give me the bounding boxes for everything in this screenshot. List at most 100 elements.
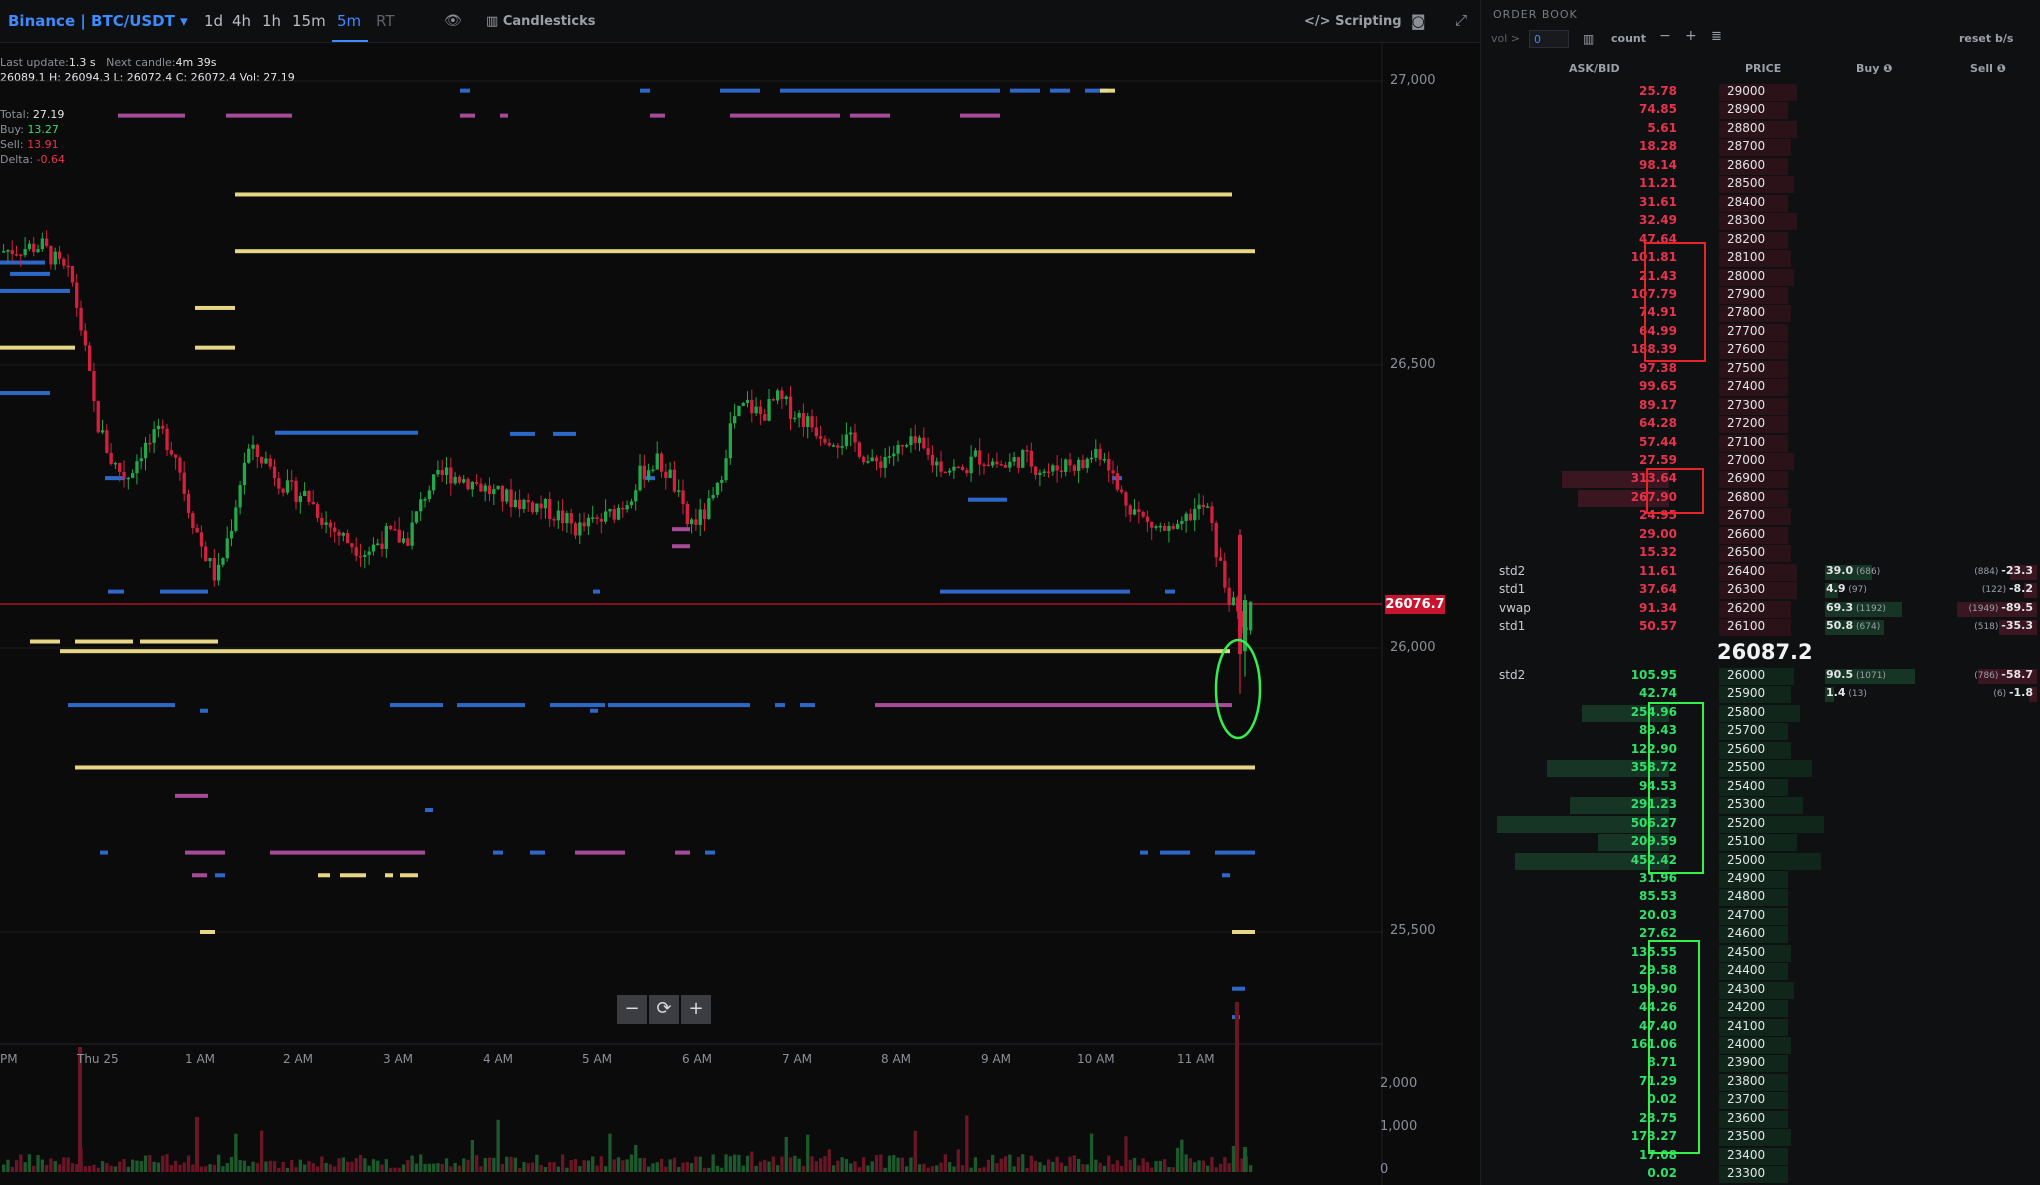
tf-rt[interactable]: RT [376, 12, 395, 30]
volume-bar [36, 1155, 40, 1172]
bid-row[interactable]: 358.72 25500 [1481, 760, 2040, 778]
expand-icon[interactable]: ⤢ [1455, 11, 1467, 29]
ask-row[interactable]: 74.91 27800 [1481, 305, 2040, 323]
bid-row[interactable]: 71.29 23800 [1481, 1073, 2040, 1092]
candle-body [500, 485, 505, 502]
bid-row[interactable]: 161.06 24000 [1481, 1037, 2040, 1055]
ask-row[interactable]: 98.14 28600 [1481, 157, 2040, 176]
tf-5m[interactable]: 5m [337, 12, 361, 30]
ask-row[interactable]: 64.28 27200 [1481, 416, 2040, 434]
volume-bar [191, 1164, 195, 1172]
tf-1h[interactable]: 1h [262, 12, 281, 30]
candle-body [475, 481, 479, 484]
ask-row[interactable]: 18.28 28700 [1481, 139, 2040, 157]
ask-row[interactable]: 37.64 26300 std1 4.9 (97) (122) -8.2 [1481, 582, 2040, 600]
ask-row[interactable]: 99.65 27400 [1481, 379, 2040, 397]
tf-15m[interactable]: 15m [292, 12, 326, 30]
reset-bs-button[interactable]: reset b/s [1959, 32, 2013, 45]
bid-row[interactable]: 42.74 25900 1.4 (13) (6) -1.8 [1481, 686, 2040, 704]
volume-bar [599, 1156, 603, 1172]
bid-row[interactable]: 89.43 25700 [1481, 723, 2040, 741]
bid-row[interactable]: 122.90 25600 [1481, 741, 2040, 760]
bid-row[interactable]: 27.62 24600 [1481, 926, 2040, 944]
ask-row[interactable]: 21.43 28000 [1481, 268, 2040, 287]
ask-row[interactable]: 50.57 26100 std1 50.8 (674) (518) -35.3 [1481, 619, 2040, 637]
ask-row[interactable]: 11.21 28500 [1481, 176, 2040, 194]
chart-icon[interactable]: ▥ [1583, 32, 1594, 46]
level-price: 25000 [1727, 852, 1766, 867]
bid-row[interactable]: 47.40 24100 [1481, 1018, 2040, 1037]
bid-row[interactable]: 291.23 25300 [1481, 797, 2040, 815]
tf-4h[interactable]: 4h [232, 12, 251, 30]
level-price: 23800 [1727, 1073, 1766, 1088]
tf-1d[interactable]: 1d [204, 12, 223, 30]
level-price: 25900 [1727, 686, 1766, 701]
sell-cell: (6) -1.8 [1951, 686, 2033, 699]
volume-bar [956, 1149, 960, 1172]
ask-row[interactable]: 64.99 27700 [1481, 323, 2040, 342]
ask-row[interactable]: 27.59 27000 [1481, 453, 2040, 471]
ask-row[interactable]: 24.95 26700 [1481, 508, 2040, 526]
chart-type-button[interactable]: ▥ Candlesticks [486, 14, 595, 29]
ask-row[interactable]: 101.81 28100 [1481, 250, 2040, 268]
bid-row[interactable]: 85.53 24800 [1481, 889, 2040, 907]
zoom-in-button[interactable]: + [681, 995, 711, 1024]
volume-bar [440, 1163, 444, 1172]
candle-body [870, 457, 874, 462]
ask-row[interactable]: 29.00 26600 [1481, 526, 2040, 545]
bid-row[interactable]: 199.90 24300 [1481, 981, 2040, 1000]
bid-row[interactable]: 135.55 24500 [1481, 944, 2040, 963]
bid-row[interactable]: 44.26 24200 [1481, 1000, 2040, 1018]
minus-icon[interactable]: − [1659, 28, 1671, 44]
time-axis-label: Thu 25 [77, 1052, 119, 1066]
symbol-selector[interactable]: Binance | BTC/USDT ▾ [8, 12, 188, 30]
ask-row[interactable]: 57.44 27100 [1481, 434, 2040, 453]
ask-row[interactable]: 91.34 26200 vwap 69.3 (1192) (1949) -89.5 [1481, 600, 2040, 619]
time-axis-label: 3 AM [383, 1052, 414, 1066]
bid-row[interactable]: 20.03 24700 [1481, 907, 2040, 926]
ask-row[interactable]: 89.17 27300 [1481, 397, 2040, 416]
zoom-out-button[interactable]: − [617, 995, 647, 1024]
bid-row[interactable]: 506.27 25200 [1481, 815, 2040, 834]
ask-row[interactable]: 97.38 27500 [1481, 360, 2040, 379]
bid-row[interactable]: 452.42 25000 [1481, 852, 2040, 871]
bid-row[interactable]: 29.58 24400 [1481, 963, 2040, 981]
bid-row[interactable]: 31.96 24900 [1481, 870, 2040, 889]
volume-bar [793, 1155, 797, 1172]
plus-icon[interactable]: + [1685, 28, 1697, 44]
eye-icon[interactable]: 👁 [444, 13, 462, 29]
bid-row[interactable]: 0.02 23300 [1481, 1166, 2040, 1184]
camera-icon[interactable]: ◙ [1411, 12, 1426, 30]
highlight-box-red [1646, 468, 1704, 514]
vol-filter-input[interactable] [1529, 30, 1569, 48]
ask-row[interactable]: 47.64 28200 [1481, 231, 2040, 250]
bid-row[interactable]: 17.08 23400 [1481, 1147, 2040, 1166]
list-icon[interactable]: ≣ [1711, 29, 1722, 44]
ask-row[interactable]: 74.85 28900 [1481, 102, 2040, 120]
ask-row[interactable]: 31.61 28400 [1481, 194, 2040, 213]
bid-row[interactable]: 209.59 25100 [1481, 834, 2040, 852]
bid-row[interactable]: 8.71 23900 [1481, 1055, 2040, 1073]
ask-row[interactable]: 313.64 26900 [1481, 471, 2040, 489]
candlestick-chart[interactable] [0, 42, 1480, 1185]
volume-bar [1158, 1160, 1162, 1172]
scripting-button[interactable]: </> Scripting [1304, 14, 1402, 29]
ask-row[interactable]: 267.90 26800 [1481, 489, 2040, 508]
reset-zoom-button[interactable]: ⟳ [649, 995, 679, 1024]
count-toggle[interactable]: count [1611, 32, 1646, 45]
bid-row[interactable]: 0.02 23700 [1481, 1092, 2040, 1110]
ask-row[interactable]: 188.39 27600 [1481, 342, 2040, 360]
bid-row[interactable]: 173.27 23500 [1481, 1129, 2040, 1147]
ask-row[interactable]: 11.61 26400 std2 39.0 (686) (884) -23.3 [1481, 563, 2040, 582]
chart-panel[interactable]: Binance | BTC/USDT ▾ 1d 4h 1h 15m 5m RT … [0, 0, 1480, 1185]
bid-row[interactable]: 94.53 25400 [1481, 778, 2040, 797]
bid-row[interactable]: 105.95 26000 std2 90.5 (1071) (786) -58.7 [1481, 668, 2040, 686]
ask-row[interactable]: 25.78 29000 [1481, 84, 2040, 102]
ask-row[interactable]: 32.49 28300 [1481, 213, 2040, 231]
bid-row[interactable]: 254.96 25800 [1481, 704, 2040, 723]
ask-row[interactable]: 5.61 28800 [1481, 120, 2040, 139]
ask-row[interactable]: 107.79 27900 [1481, 286, 2040, 305]
ask-row[interactable]: 15.32 26500 [1481, 545, 2040, 563]
bid-row[interactable]: 23.75 23600 [1481, 1110, 2040, 1129]
candle-body [260, 457, 264, 464]
